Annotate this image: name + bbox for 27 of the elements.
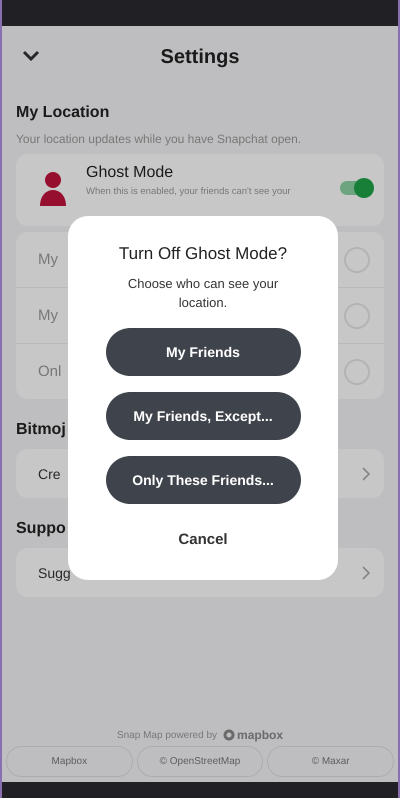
choice-button[interactable]: My Friends, Except... bbox=[106, 392, 300, 440]
chevron-icon bbox=[362, 566, 370, 580]
option-label: Onl bbox=[38, 363, 62, 380]
dialog-message: Choose who can see your location. bbox=[126, 275, 280, 312]
cancel-button[interactable]: Cancel bbox=[172, 530, 234, 549]
section-heading: Bitmoj bbox=[16, 421, 66, 439]
page-title: Settings bbox=[160, 46, 240, 68]
ghost-mode-description: When this is enabled, your friends can't see your bbox=[86, 186, 292, 197]
section-heading: My Location bbox=[16, 104, 110, 122]
section-heading: Suppo bbox=[16, 520, 66, 538]
item-label: Cre bbox=[38, 466, 61, 482]
item-label: Sugg bbox=[38, 564, 71, 580]
section-note: Your location updates while you have Snapchat open. bbox=[16, 132, 302, 146]
mapbox-logo: mapbox bbox=[223, 728, 284, 742]
attribution-button[interactable]: © OpenStreetMap bbox=[136, 746, 264, 777]
choice-button[interactable]: My Friends bbox=[106, 328, 300, 376]
dialog-title: Turn Off Ghost Mode? bbox=[118, 244, 288, 264]
ghost-avatar-icon bbox=[38, 170, 68, 206]
attribution-button[interactable]: Mapbox bbox=[6, 746, 133, 777]
option-label: My bbox=[38, 307, 58, 324]
credit-text: Snap Map powered by bbox=[116, 730, 218, 740]
attribution-button[interactable]: © Maxar bbox=[267, 746, 394, 777]
option-label: My bbox=[38, 251, 58, 268]
ghost-mode-title: Ghost Mode bbox=[86, 164, 174, 182]
chevron-down-icon[interactable] bbox=[22, 50, 40, 62]
choice-button[interactable]: Only These Friends... bbox=[106, 456, 300, 504]
chevron-icon bbox=[362, 466, 370, 480]
